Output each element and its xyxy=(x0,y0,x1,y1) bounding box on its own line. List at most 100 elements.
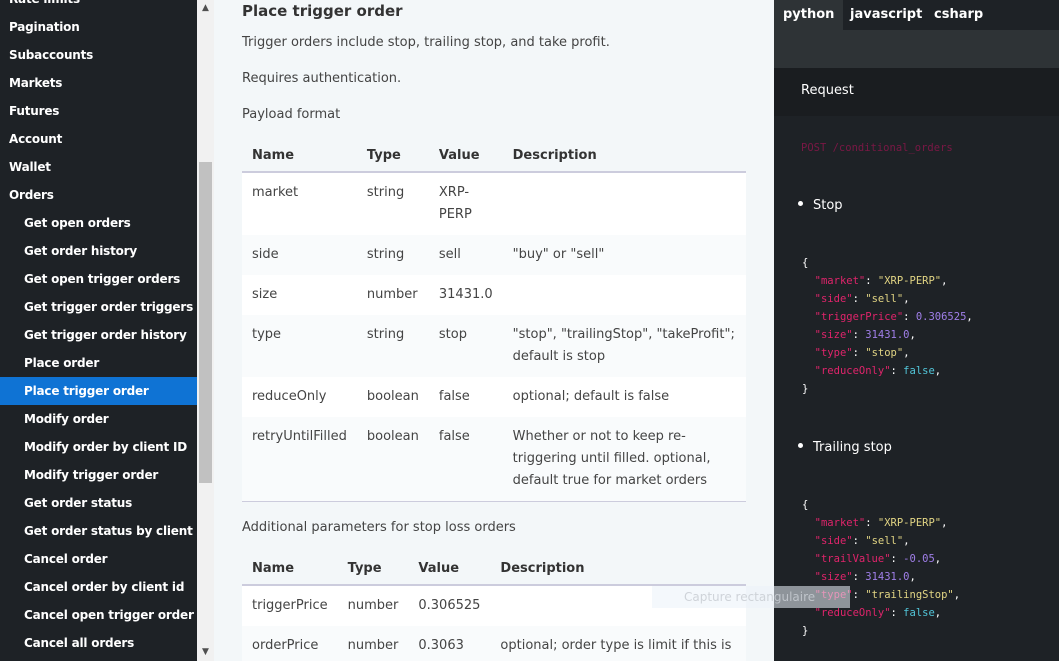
sidebar-item-get-order-status-by-client-id[interactable]: Get order status by client id xyxy=(0,517,197,545)
table-row: market string XRP-PERP xyxy=(242,172,746,235)
example-title: Stop xyxy=(813,198,843,213)
payload-format-label: Payload format xyxy=(242,107,341,122)
request-heading: Request xyxy=(801,83,854,98)
column-header-type: Type xyxy=(337,553,409,586)
cell-type: boolean xyxy=(356,377,429,417)
json-value: false xyxy=(903,607,935,619)
sidebar-item-get-order-status[interactable]: Get order status xyxy=(0,489,197,517)
scroll-up-arrow-icon[interactable]: ▲ xyxy=(197,0,214,17)
language-tabs: python javascript csharp xyxy=(774,0,1059,30)
json-line: "market": "XRP-PERP", xyxy=(814,275,948,287)
sidebar-item-wallet[interactable]: Wallet xyxy=(0,153,197,181)
cell-type: number xyxy=(337,626,409,661)
sidebar-item-cancel-all-orders[interactable]: Cancel all orders xyxy=(0,629,197,657)
json-line: "market": "XRP-PERP", xyxy=(814,517,948,529)
brace: { xyxy=(802,257,809,269)
tab-python[interactable]: python xyxy=(774,0,844,30)
sidebar-item-modify-trigger-order[interactable]: Modify trigger order xyxy=(0,461,197,489)
json-key: "market" xyxy=(814,275,866,287)
brace: } xyxy=(802,625,809,637)
sidebar-item-get-order-history[interactable]: Get order history xyxy=(0,237,197,265)
cell-name: market xyxy=(242,172,357,235)
column-header-type: Type xyxy=(356,140,429,173)
sidebar-item-cancel-open-trigger-order[interactable]: Cancel open trigger order xyxy=(0,601,197,629)
sidebar-item-get-open-trigger-orders[interactable]: Get open trigger orders xyxy=(0,265,197,293)
json-value: 0.306525 xyxy=(915,311,967,323)
cell-type: number xyxy=(356,275,429,315)
json-key: "market" xyxy=(814,517,866,529)
table-row: retryUntilFilled boolean false Whether or n… xyxy=(242,417,746,502)
cell-description: "stop", "trailingStop", "takeProfit"; de… xyxy=(502,315,746,377)
code-panel: python javascript csharp Request POST /con… xyxy=(774,0,1059,661)
json-value: "trailingStop" xyxy=(865,589,954,601)
scrollbar-thumb[interactable] xyxy=(199,162,212,483)
tab-bar-background xyxy=(774,30,1059,68)
json-line: "trailValue": -0.05, xyxy=(814,553,942,565)
column-header-name: Name xyxy=(242,553,338,586)
json-line: "type": "stop", xyxy=(814,347,910,359)
json-code-block: { "market": "XRP-PERP", "side": "sell", … xyxy=(802,496,960,640)
json-line: "side": "sell", xyxy=(814,535,910,547)
scroll-down-arrow-icon[interactable]: ▼ xyxy=(197,644,214,661)
table-row: side string sell "buy" or "sell" xyxy=(242,235,746,275)
json-key: "side" xyxy=(814,535,853,547)
json-value: 31431.0 xyxy=(865,571,910,583)
cell-type: boolean xyxy=(356,417,429,502)
json-line: "reduceOnly": false, xyxy=(814,365,942,377)
cell-name: triggerPrice xyxy=(242,585,338,626)
sidebar-item-subaccounts[interactable]: Subaccounts xyxy=(0,41,197,69)
sidebar-item-get-open-orders[interactable]: Get open orders xyxy=(0,209,197,237)
example-title: Trailing stop xyxy=(813,440,892,455)
sidebar-item-modify-order[interactable]: Modify order xyxy=(0,405,197,433)
cell-type: string xyxy=(356,235,429,275)
column-header-description: Description xyxy=(490,553,746,586)
sidebar-item-cancel-order-by-client-id[interactable]: Cancel order by client id xyxy=(0,573,197,601)
cell-name: type xyxy=(242,315,357,377)
cell-name: size xyxy=(242,275,357,315)
cell-description: optional; order type is limit if this is xyxy=(490,626,746,661)
column-header-value: Value xyxy=(408,553,491,586)
sidebar-item-get-trigger-order-history[interactable]: Get trigger order history xyxy=(0,321,197,349)
sidebar-item-cancel-order[interactable]: Cancel order xyxy=(0,545,197,573)
sidebar-item-place-order[interactable]: Place order xyxy=(0,349,197,377)
sidebar-item-pagination[interactable]: Pagination xyxy=(0,13,197,41)
sidebar-item-place-trigger-order[interactable]: Place trigger order xyxy=(0,377,197,405)
stop-loss-params-label: Additional parameters for stop loss orde… xyxy=(242,520,516,535)
sidebar-item-futures[interactable]: Futures xyxy=(0,97,197,125)
cell-type: number xyxy=(337,585,409,626)
brace: { xyxy=(802,499,809,511)
tab-javascript[interactable]: javascript xyxy=(841,0,931,30)
example-heading: Trailing stop xyxy=(798,440,892,455)
bullet-icon xyxy=(798,201,803,206)
cell-description: "buy" or "sell" xyxy=(502,235,746,275)
json-value: "stop" xyxy=(865,347,904,359)
cell-type: string xyxy=(356,315,429,377)
sidebar-item-get-trigger-order-triggers[interactable]: Get trigger order triggers xyxy=(0,293,197,321)
json-key: "size" xyxy=(814,571,853,583)
sidebar-item-markets[interactable]: Markets xyxy=(0,69,197,97)
sidebar-item-orders[interactable]: Orders xyxy=(0,181,197,209)
cell-value: false xyxy=(428,377,503,417)
sidebar-item-account[interactable]: Account xyxy=(0,125,197,153)
column-header-value: Value xyxy=(428,140,503,173)
cell-value: XRP-PERP xyxy=(428,172,503,235)
json-key: "size" xyxy=(814,329,853,341)
json-value: "sell" xyxy=(865,293,904,305)
sidebar-item-modify-order-by-client-id[interactable]: Modify order by client ID xyxy=(0,433,197,461)
page-title: Place trigger order xyxy=(242,2,403,20)
tab-csharp[interactable]: csharp xyxy=(925,0,992,30)
auth-note: Requires authentication. xyxy=(242,71,402,86)
json-key: "reduceOnly" xyxy=(814,365,891,377)
table-row: reduceOnly boolean false optional; default … xyxy=(242,377,746,417)
cell-value: 31431.0 xyxy=(428,275,503,315)
json-value: "sell" xyxy=(865,535,904,547)
cell-description xyxy=(502,275,746,315)
sidebar-scrollbar[interactable]: ▲ ▼ xyxy=(197,0,214,661)
cell-value: 0.3063 xyxy=(408,626,491,661)
json-key: "reduceOnly" xyxy=(814,607,891,619)
cell-description: optional; default is false xyxy=(502,377,746,417)
cell-description xyxy=(502,172,746,235)
sidebar-nav: Rate limitsPaginationSubaccountsMarketsF… xyxy=(0,0,197,661)
json-key: "type" xyxy=(814,347,853,359)
sidebar-item-rate-limits[interactable]: Rate limits xyxy=(0,0,197,13)
